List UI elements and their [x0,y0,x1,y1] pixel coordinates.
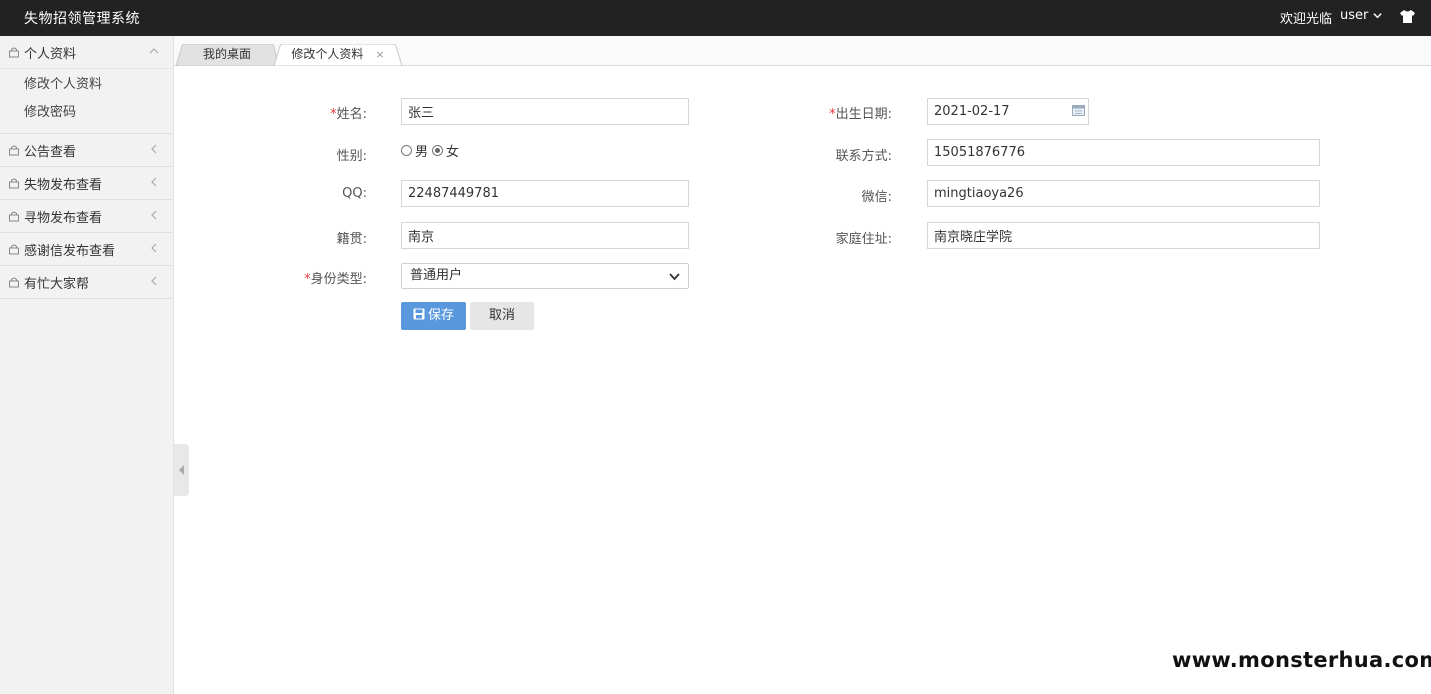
top-navbar: 失物招领管理系统 欢迎光临 user [0,0,1431,36]
chevron-left-icon [151,177,157,187]
menu-label: 公告查看 [24,144,77,160]
tab-close-icon[interactable]: × [375,48,384,61]
save-button[interactable]: 保存 [401,302,466,330]
qq-input[interactable] [401,180,689,207]
tab-my-desktop[interactable]: 我的桌面 [176,44,278,66]
chevron-left-icon [151,210,157,220]
watermark: www.monsterhua.com [1172,648,1431,672]
name-label: *姓名: [257,103,367,122]
menu-group-lost: 失物发布查看 [0,167,173,200]
tshirt-icon[interactable] [1399,9,1416,24]
chevron-up-icon [149,48,159,54]
qq-label: QQ: [342,186,367,201]
save-icon [413,308,425,320]
birthday-input[interactable] [927,98,1089,125]
sidebar-item-edit-profile[interactable]: 修改个人资料 [0,71,173,99]
menu-head-profile[interactable]: 个人资料 [0,36,173,68]
caret-left-icon [179,465,184,475]
menu-head-lost[interactable]: 失物发布查看 [0,167,173,199]
lock-icon [9,145,19,156]
lock-icon [9,178,19,189]
tab-label: 我的桌面 [202,47,251,61]
tab-edit-profile[interactable]: 修改个人资料 × [274,44,402,66]
gender-label: 性别: [336,149,367,164]
hometown-input[interactable] [401,222,689,249]
chevron-left-icon [151,276,157,286]
address-label: 家庭住址: [835,232,892,247]
lock-icon [9,47,19,58]
sidebar-collapse-handle[interactable] [174,444,189,496]
menu-sub-profile: 修改个人资料 修改密码 [0,68,173,133]
gender-male-radio[interactable] [401,145,412,156]
menu-group-search: 寻物发布查看 [0,200,173,233]
menu-label: 个人资料 [24,46,77,62]
lock-icon [9,277,19,288]
menu-group-help: 有忙大家帮 [0,266,173,299]
label-text: 身份类型: [310,272,367,287]
user-menu[interactable]: user [1340,8,1383,23]
chevron-down-icon [669,273,680,281]
identity-label: *身份类型: [257,268,367,287]
user-name: user [1340,8,1369,23]
sidebar: 个人资料 修改个人资料 修改密码 公告查看 失物发布查看 寻物发布查看 感谢信发… [0,36,174,694]
welcome-text: 欢迎光临 [1280,12,1333,27]
lock-icon [9,211,19,222]
menu-label: 有忙大家帮 [24,276,90,292]
wechat-input[interactable] [927,180,1320,207]
label-text: 姓名: [336,107,367,122]
hometown-label: 籍贯: [336,232,367,247]
menu-label: 失物发布查看 [24,177,103,193]
cancel-button[interactable]: 取消 [470,302,534,330]
menu-group-profile: 个人资料 修改个人资料 修改密码 [0,36,173,134]
gender-radio-group: 男 女 [401,141,463,160]
menu-head-search[interactable]: 寻物发布查看 [0,200,173,232]
chevron-left-icon [151,243,157,253]
identity-selected-value: 普通用户 [410,268,463,283]
identity-select[interactable]: 普通用户 [401,263,689,289]
lock-icon [9,244,19,255]
gender-female-label: 女 [446,145,460,160]
menu-head-notices[interactable]: 公告查看 [0,134,173,166]
gender-female-radio[interactable] [432,145,444,156]
gender-male-label: 男 [415,145,429,160]
name-input[interactable] [401,98,689,125]
app-title: 失物招领管理系统 [24,11,140,27]
wechat-label: 微信: [861,190,892,205]
save-label: 保存 [427,308,454,323]
chevron-down-icon [1373,13,1383,19]
menu-group-notices: 公告查看 [0,134,173,167]
calendar-icon[interactable] [1072,104,1085,116]
menu-group-thanks: 感谢信发布查看 [0,233,173,266]
menu-label: 感谢信发布查看 [24,243,116,259]
menu-head-thanks[interactable]: 感谢信发布查看 [0,233,173,265]
phone-input[interactable] [927,139,1320,166]
tab-label: 修改个人资料 [291,47,364,61]
birthday-label: *出生日期: [782,103,892,122]
phone-label: 联系方式: [835,149,892,164]
chevron-left-icon [151,144,157,154]
label-text: 出生日期: [835,107,892,122]
address-input[interactable] [927,222,1320,249]
sidebar-item-change-password[interactable]: 修改密码 [0,99,173,127]
menu-head-help[interactable]: 有忙大家帮 [0,266,173,298]
tab-bar: 我的桌面 修改个人资料 × [174,36,1431,66]
menu-label: 寻物发布查看 [24,210,103,226]
